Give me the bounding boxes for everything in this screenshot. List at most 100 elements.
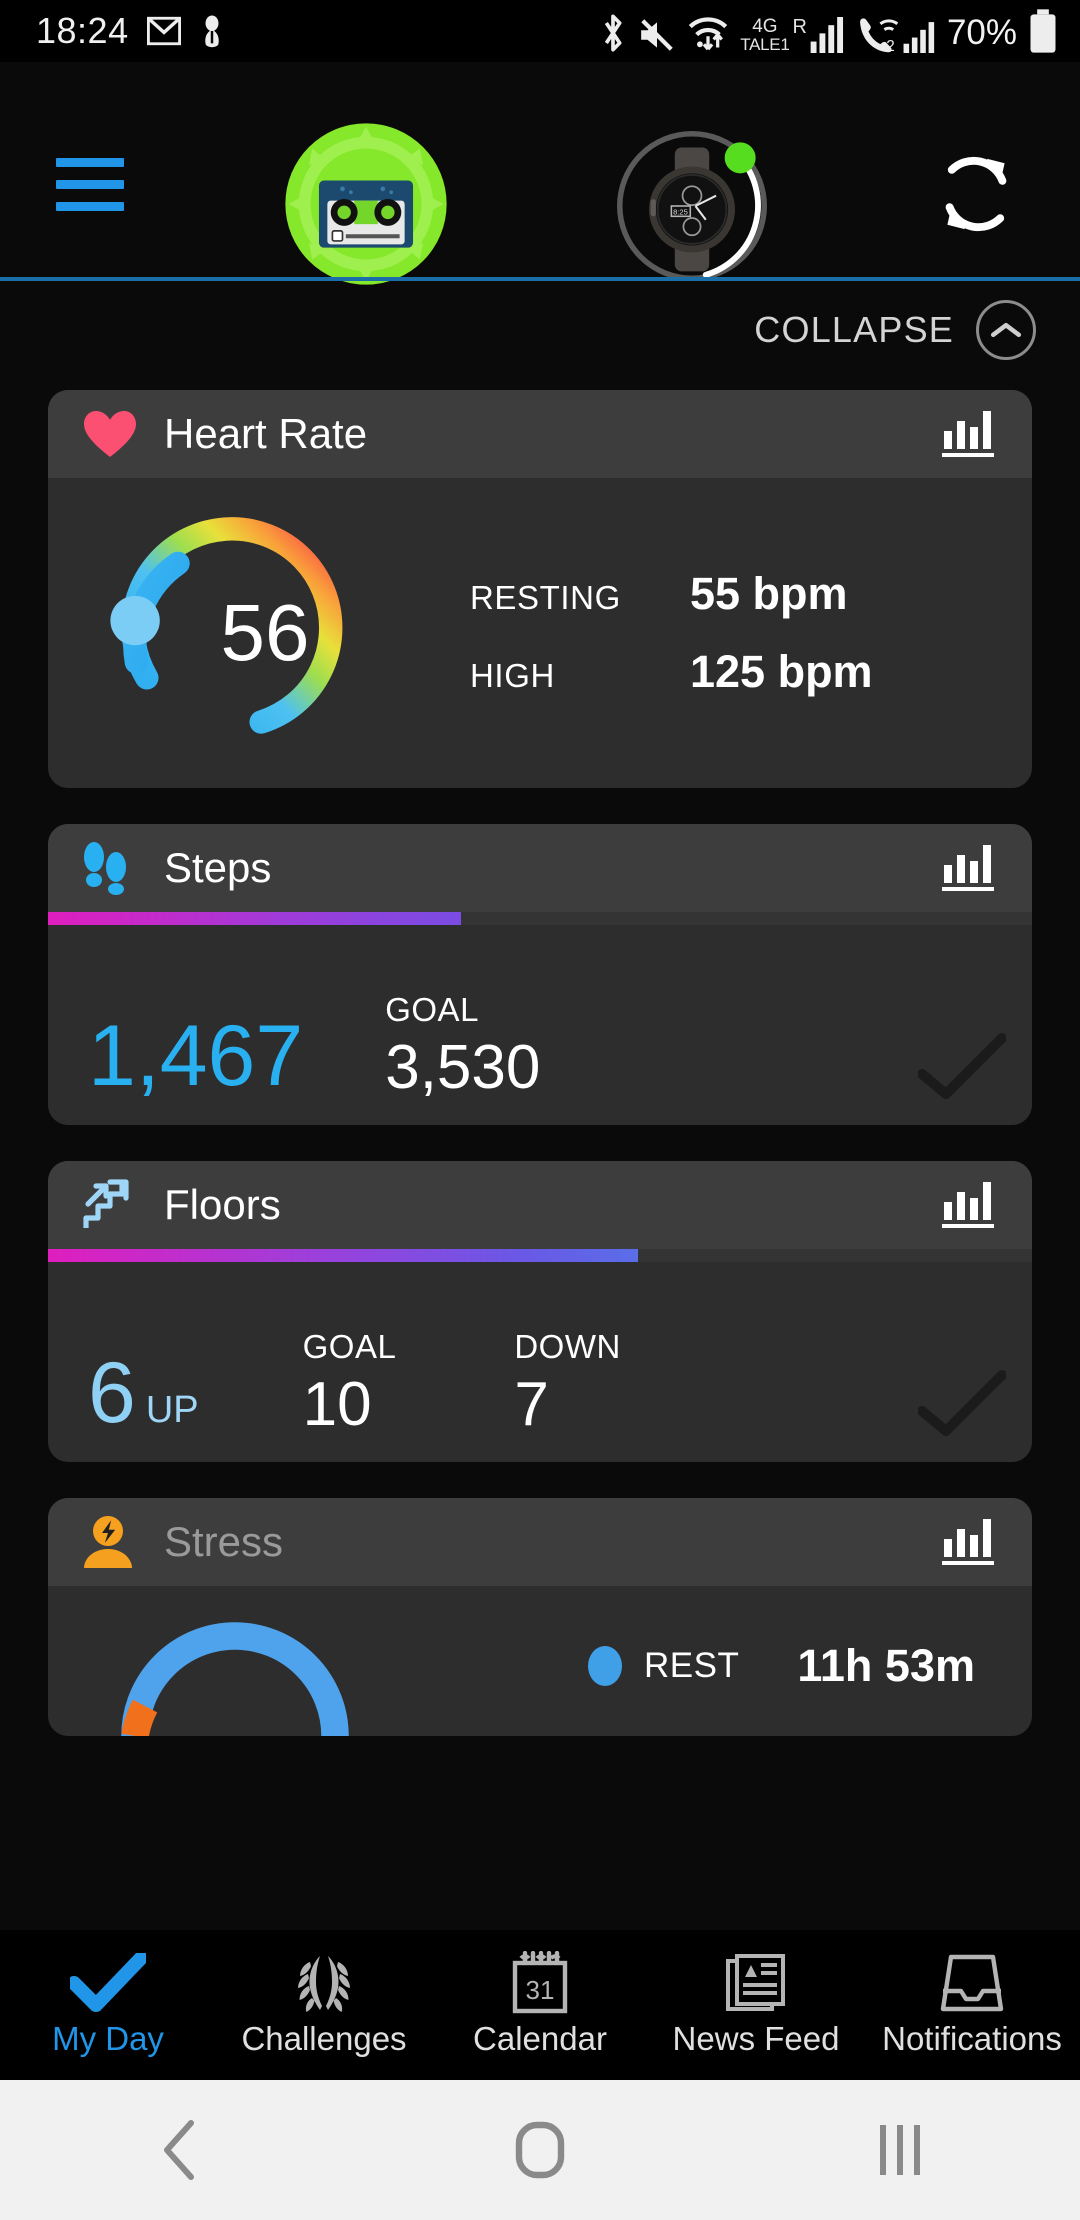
svg-text:8:25: 8:25: [673, 208, 688, 217]
card-heart-rate-title: Heart Rate: [164, 410, 368, 457]
wifi-icon: [689, 17, 728, 51]
nav-label-calendar: Calendar: [473, 2020, 607, 2057]
floors-value: 6: [88, 1345, 136, 1441]
vowifi-call-icon: 2: [860, 18, 899, 53]
heart-icon: [82, 409, 144, 459]
resting-value: 55 bpm: [690, 568, 848, 619]
floors-goal-value: 10: [302, 1370, 372, 1439]
floors-value-group: 6 UP: [88, 1350, 199, 1436]
newspaper-icon: [725, 1952, 787, 2014]
nav-label-notifications: Notifications: [882, 2020, 1062, 2057]
sync-refresh-icon[interactable]: [932, 150, 1020, 238]
hamburger-menu-icon[interactable]: [56, 158, 124, 211]
gmail-icon: [146, 16, 181, 46]
card-stress-title: Stress: [164, 1518, 284, 1565]
card-heart-rate-header: Heart Rate: [48, 390, 1032, 478]
heart-rate-stats: RESTING 55 bpm HIGH 125 bpm: [470, 568, 1032, 698]
collapse-label: COLLAPSE: [754, 309, 954, 350]
steps-value: 1,467: [88, 1008, 304, 1104]
card-stress[interactable]: Stress REST 11h 53m: [48, 1498, 1032, 1736]
nav-item-my-day[interactable]: My Day: [0, 1952, 216, 2058]
network-indicator-2: 2: [855, 15, 936, 53]
calendar-31-icon: 31: [509, 1951, 571, 2014]
signal-bars-icon-2: [903, 22, 935, 53]
card-steps[interactable]: Steps 1,467 GOAL 3,530: [48, 824, 1032, 1125]
floors-down-group: DOWN 7: [514, 1328, 620, 1436]
chevron-up-icon[interactable]: [976, 300, 1036, 360]
svg-text:2: 2: [886, 38, 894, 53]
card-stress-body: REST 11h 53m: [48, 1586, 1032, 1736]
bar-chart-icon[interactable]: [942, 841, 996, 896]
card-heart-rate-body: 56 RESTING 55 bpm HIGH 125 bpm: [48, 478, 1032, 788]
inbox-tray-icon: [939, 1952, 1005, 2014]
system-navigation-bar: [0, 2080, 1080, 2220]
steps-goal-label: GOAL: [385, 991, 479, 1028]
bar-chart-icon[interactable]: [942, 407, 996, 462]
app-icon: [204, 15, 219, 48]
goal-progress-corner-icon: [917, 1367, 1007, 1444]
network-labels: 4G TALE1: [740, 16, 790, 54]
recents-bars-icon[interactable]: [720, 2121, 1080, 2179]
bluetooth-icon: [605, 14, 622, 52]
status-bar-left: 18:24: [36, 10, 225, 52]
cards-scroll-area[interactable]: Heart Rate 56 RESTING 55 bpm HIGH 125 bp…: [0, 390, 1080, 1960]
steps-goal-group: GOAL 3,530: [385, 991, 540, 1099]
rest-legend-value: 11h 53m: [797, 1640, 975, 1691]
heart-rate-resting-row: RESTING 55 bpm: [470, 568, 1032, 620]
app-root: 18:24 4G TALE1 R 2 70% 8:25 COLLAPSE Hea…: [0, 0, 1080, 2220]
heart-rate-high-row: HIGH 125 bpm: [470, 646, 1032, 698]
heart-rate-value: 56: [220, 588, 310, 677]
goal-progress-corner-icon: [917, 1030, 1007, 1107]
card-floors[interactable]: Floors 6 UP GOAL 10 DOWN 7: [48, 1161, 1032, 1462]
card-steps-body: 1,467 GOAL 3,530: [48, 925, 1032, 1125]
floors-progress-track: [48, 1249, 1032, 1262]
status-clock: 18:24: [36, 10, 129, 51]
watch-device-icon[interactable]: 8:25: [606, 120, 778, 292]
floors-value-suffix: UP: [145, 1389, 199, 1431]
bar-chart-icon[interactable]: [942, 1178, 996, 1233]
network-type-label: 4G: [752, 16, 778, 37]
status-bar-right: 4G TALE1 R 2 70%: [599, 9, 1058, 53]
card-steps-title: Steps: [164, 844, 272, 891]
signal-bars-icon-1: [810, 17, 843, 53]
status-bar: 18:24 4G TALE1 R 2 70%: [0, 0, 1080, 62]
card-heart-rate[interactable]: Heart Rate 56 RESTING 55 bpm HIGH 125 bp…: [48, 390, 1032, 788]
network-indicator-1: 4G TALE1 R: [740, 16, 844, 53]
battery-percent-label: 70%: [946, 13, 1017, 52]
nav-item-news-feed[interactable]: News Feed: [648, 1952, 864, 2058]
stairs-up-icon: [82, 1178, 144, 1232]
steps-progress-track: [48, 912, 1032, 925]
rest-legend-dot: [588, 1646, 622, 1686]
battery-icon: [1030, 9, 1056, 53]
footprints-icon: [82, 841, 144, 895]
nav-item-calendar[interactable]: 31 Calendar: [432, 1951, 648, 2058]
header-divider: [0, 277, 1080, 281]
svg-text:31: 31: [526, 1975, 555, 2005]
cassette-gear-avatar[interactable]: [282, 120, 450, 288]
card-floors-body: 6 UP GOAL 10 DOWN 7: [48, 1262, 1032, 1462]
bar-chart-icon[interactable]: [942, 1515, 996, 1570]
card-floors-title: Floors: [164, 1181, 281, 1228]
nav-item-challenges[interactable]: Challenges: [216, 1952, 432, 2058]
laurel-wreath-icon: [290, 1952, 358, 2014]
roaming-label: R: [792, 16, 807, 38]
floors-down-value: 7: [514, 1370, 549, 1439]
floors-progress-fill: [48, 1249, 639, 1262]
collapse-toggle[interactable]: COLLAPSE: [754, 300, 1036, 360]
carrier-label: TALE1: [740, 35, 790, 54]
high-label: HIGH: [470, 657, 555, 694]
floors-goal-group: GOAL 10: [303, 1328, 397, 1436]
card-stress-header: Stress: [48, 1498, 1032, 1586]
app-header: 8:25: [0, 62, 1080, 285]
nav-item-notifications[interactable]: Notifications: [864, 1952, 1080, 2058]
stress-person-icon: [82, 1515, 144, 1569]
nav-label-my-day: My Day: [52, 2020, 164, 2057]
back-chevron-icon[interactable]: [0, 2119, 360, 2181]
resting-label: RESTING: [470, 579, 621, 616]
nav-label-news-feed: News Feed: [672, 2020, 840, 2057]
bottom-navigation: My Day Challenges 31 Calendar News Feed …: [0, 1930, 1080, 2080]
rest-legend-label: REST: [644, 1646, 740, 1685]
heart-rate-gauge: 56: [100, 501, 430, 766]
home-square-icon[interactable]: [360, 2119, 720, 2181]
floors-goal-label: GOAL: [302, 1328, 397, 1365]
